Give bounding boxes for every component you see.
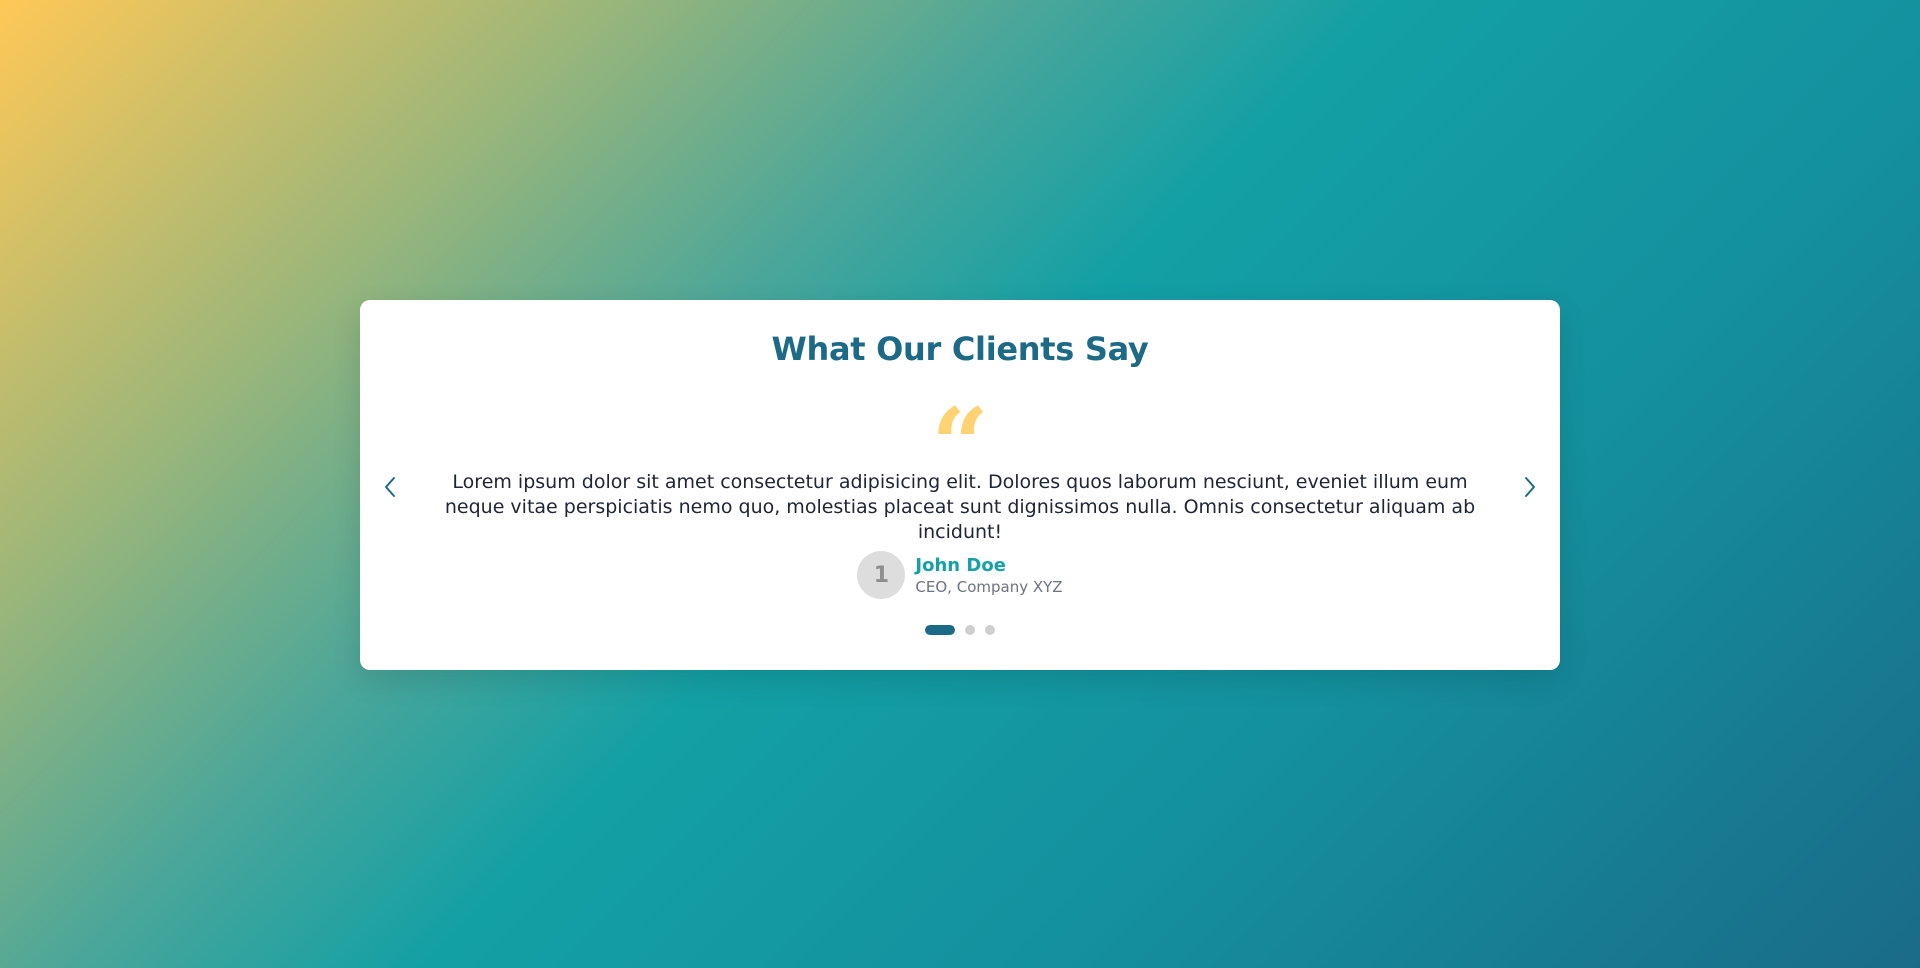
testimonial-author: 1 John Doe CEO, Company XYZ bbox=[360, 551, 1560, 599]
author-role: CEO, Company XYZ bbox=[915, 577, 1063, 596]
chevron-right-icon bbox=[1523, 476, 1537, 498]
testimonial-card: What Our Clients Say “ Lorem ipsum dolor… bbox=[360, 300, 1560, 670]
section-title: What Our Clients Say bbox=[771, 330, 1149, 368]
quote-icon: “ bbox=[931, 386, 989, 504]
carousel-dot-1[interactable] bbox=[925, 625, 955, 635]
carousel-dots bbox=[360, 625, 1560, 635]
chevron-left-icon bbox=[383, 476, 397, 498]
carousel-dot-2[interactable] bbox=[965, 625, 975, 635]
avatar: 1 bbox=[857, 551, 906, 599]
prev-button[interactable] bbox=[375, 472, 405, 502]
carousel-dot-3[interactable] bbox=[985, 625, 995, 635]
testimonial-text: Lorem ipsum dolor sit amet consectetur a… bbox=[444, 471, 1476, 543]
next-button[interactable] bbox=[1515, 472, 1545, 502]
author-name: John Doe bbox=[915, 554, 1006, 576]
author-info: John Doe CEO, Company XYZ bbox=[915, 555, 1062, 596]
